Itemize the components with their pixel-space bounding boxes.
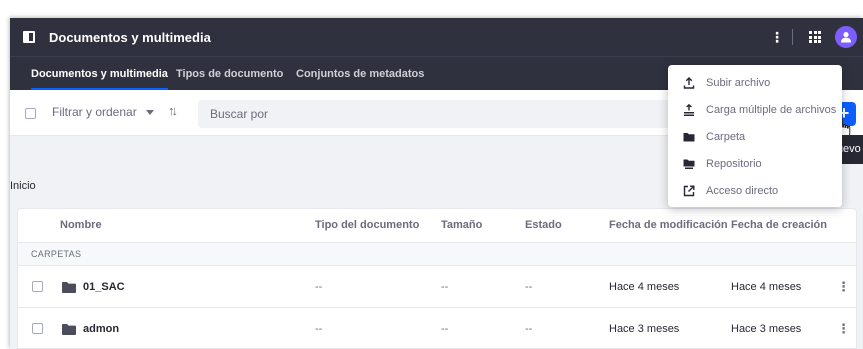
multiple-upload-icon: [684, 104, 694, 116]
status-cell: --: [525, 323, 533, 335]
select-all-checkbox[interactable]: [25, 108, 36, 119]
header-divider: [792, 29, 793, 45]
row-checkbox[interactable]: [32, 323, 43, 334]
folder-icon: [62, 282, 76, 293]
shortcut-icon: [683, 185, 695, 197]
document-type-cell: --: [315, 323, 323, 335]
created-date-cell: Hace 4 meses: [731, 281, 802, 293]
modified-date-cell: Hace 3 meses: [609, 323, 680, 335]
apps-grid-icon[interactable]: [809, 31, 821, 43]
folder-icon: [683, 133, 695, 142]
menu-item-repository[interactable]: Repositorio: [668, 151, 842, 178]
user-avatar[interactable]: [835, 26, 857, 48]
menu-item-label: Acceso directo: [706, 185, 779, 197]
app-header: Documentos y multimedia: [10, 18, 863, 56]
menu-item-label: Subir archivo: [706, 77, 771, 89]
column-header-size[interactable]: Tamaño: [441, 209, 482, 242]
menu-item-shortcut[interactable]: Acceso directo: [668, 178, 842, 205]
app-title: Documentos y multimedia: [49, 29, 211, 45]
column-header-created-date[interactable]: Fecha de creación: [731, 209, 827, 242]
tab-documentos-y-multimedia[interactable]: Documentos y multimedia: [31, 57, 168, 91]
filter-label: Filtrar y ordenar: [52, 105, 137, 119]
row-checkbox[interactable]: [32, 281, 43, 292]
filter-and-order-button[interactable]: Filtrar y ordenar: [52, 105, 154, 119]
menu-item-label: Carga múltiple de archivos: [706, 104, 837, 116]
caret-down-icon: [145, 110, 154, 116]
row-actions-kebab-icon[interactable]: ⋮: [837, 266, 850, 308]
tab-tipos-de-documento[interactable]: Tipos de documento: [176, 57, 283, 91]
group-header-folders: CARPETAS: [18, 242, 856, 266]
menu-item-label: Repositorio: [706, 158, 762, 170]
folder-name[interactable]: 01_SAC: [83, 266, 125, 308]
folder-name[interactable]: admon: [83, 308, 119, 349]
repository-icon: [683, 159, 695, 169]
status-cell: --: [525, 281, 533, 293]
column-header-modified-date[interactable]: Fecha de modificación: [609, 209, 728, 242]
product-menu-icon[interactable]: [23, 31, 35, 43]
size-cell: --: [441, 281, 449, 293]
column-header-name[interactable]: Nombre: [60, 209, 102, 242]
modified-date-cell: Hace 4 meses: [609, 281, 680, 293]
app-frame: Documentos y multimedia ⋮ Documentos y m…: [10, 18, 863, 349]
row-actions-kebab-icon[interactable]: ⋮: [837, 308, 850, 349]
search-input[interactable]: [198, 100, 678, 128]
column-header-document-type[interactable]: Tipo del documento: [315, 209, 419, 242]
menu-item-upload-file[interactable]: Subir archivo: [668, 70, 842, 97]
new-item-dropdown: Subir archivo Carga múltiple de archivos…: [668, 65, 842, 207]
created-date-cell: Hace 3 meses: [731, 323, 802, 335]
menu-item-multiple-upload[interactable]: Carga múltiple de archivos: [668, 97, 842, 124]
sort-icon[interactable]: ↑↓: [168, 103, 178, 118]
document-type-cell: --: [315, 281, 323, 293]
menu-item-label: Carpeta: [706, 131, 746, 143]
folder-icon: [62, 324, 76, 335]
upload-icon: [683, 77, 695, 89]
table-row[interactable]: admon -- -- -- Hace 3 meses Hace 3 meses…: [18, 308, 856, 349]
column-header-status[interactable]: Estado: [525, 209, 562, 242]
documents-table: Nombre Tipo del documento Tamaño Estado …: [17, 208, 857, 349]
breadcrumb[interactable]: Inicio: [10, 180, 36, 192]
tab-conjuntos-de-metadatos[interactable]: Conjuntos de metadatos: [296, 57, 424, 91]
menu-item-folder[interactable]: Carpeta: [668, 124, 842, 151]
table-row[interactable]: 01_SAC -- -- -- Hace 4 meses Hace 4 mese…: [18, 266, 856, 308]
size-cell: --: [441, 323, 449, 335]
user-icon: [841, 32, 851, 43]
options-kebab-icon[interactable]: ⋮: [770, 28, 784, 46]
